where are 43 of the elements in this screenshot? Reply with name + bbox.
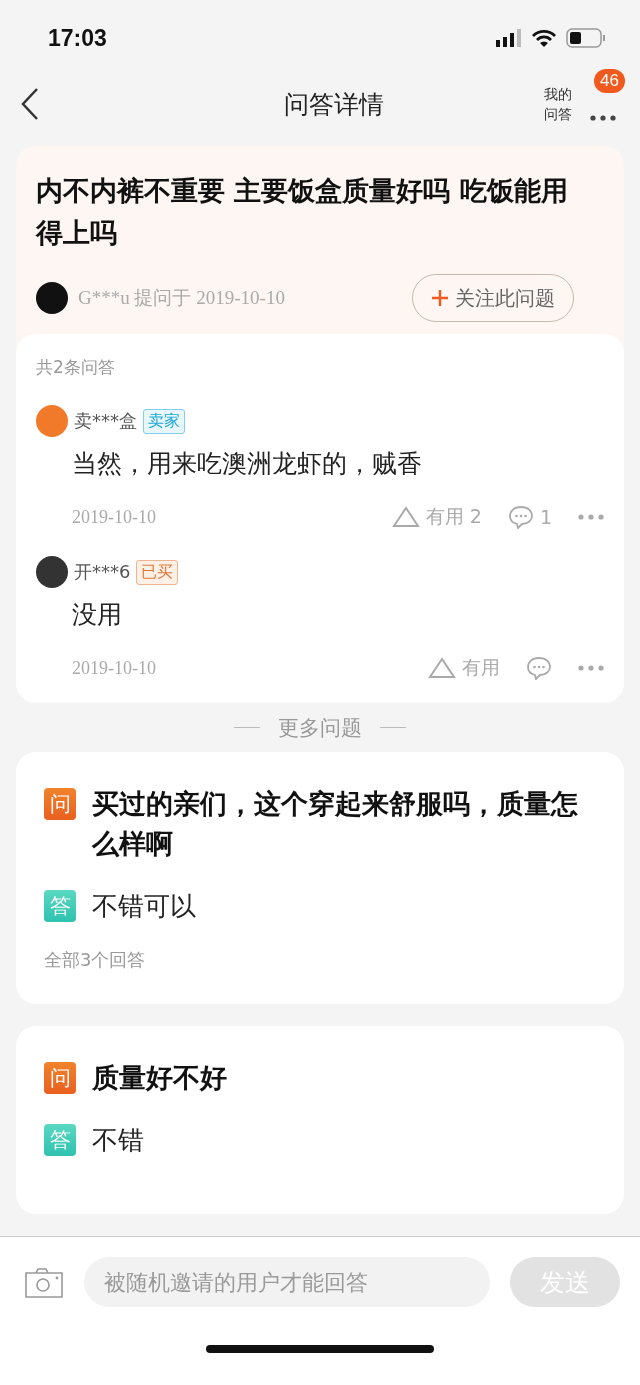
avatar [36, 282, 68, 314]
section-label: 更多问题 [278, 714, 362, 742]
triangle-icon [391, 506, 420, 528]
answer-text: 当然，用来吃澳洲龙虾的，贼香 [72, 448, 423, 480]
user-tag: 已买 [136, 559, 179, 585]
all-answers-link[interactable]: 全部3个回答 [44, 948, 604, 972]
asker-info: G***u 提问于 2019-10-10 [78, 286, 286, 310]
wifi-icon [532, 29, 556, 47]
answer-date: 2019-10-10 [72, 506, 157, 528]
answer-input[interactable]: 被随机邀请的用户才能回答 [84, 1257, 490, 1307]
user-name: 开***6 [74, 560, 131, 584]
triangle-icon [428, 657, 456, 679]
question-text: 买过的亲们，这个穿起来舒服吗，质量怎么样啊 [92, 787, 579, 861]
signal-icon [496, 29, 522, 47]
useful-button[interactable]: 有用 [428, 655, 500, 681]
more-icon[interactable] [590, 115, 616, 121]
answer-text: 没用 [72, 599, 123, 631]
answer-count: 共2条问答 [36, 356, 116, 379]
comment-icon [507, 505, 534, 529]
comment-icon [526, 656, 552, 680]
my-qa-link[interactable]: 我的 问答 [544, 84, 572, 124]
camera-icon[interactable] [24, 1265, 64, 1299]
question-mark: 问 [44, 788, 76, 820]
answer-mark: 答 [44, 890, 76, 922]
answer-date: 2019-10-10 [72, 657, 157, 679]
notification-badge: 46 [594, 69, 625, 93]
user-name: 卖***盒 [74, 409, 137, 433]
plus-icon [431, 289, 449, 307]
user-tag: 卖家 [143, 408, 185, 434]
question-text: 质量好不好 [92, 1061, 227, 1095]
answer-text: 不错 [92, 1124, 144, 1157]
comment-button[interactable] [526, 656, 552, 680]
battery-icon [566, 28, 606, 48]
question-mark: 问 [44, 1062, 76, 1094]
answer-mark: 答 [44, 1124, 76, 1156]
answer-text: 不错可以 [92, 890, 196, 923]
question-card[interactable]: 问 质量好不好 答 不错 [16, 1026, 624, 1214]
page-title: 问答详情 [283, 88, 385, 121]
comment-button[interactable]: 1 [507, 505, 552, 529]
status-time: 17:03 [48, 24, 107, 52]
question-title: 内不内裤不重要 主要饭盒质量好吗 吃饭能用得上吗 [36, 174, 569, 250]
useful-button[interactable]: 有用 2 [391, 504, 482, 530]
question-card[interactable]: 问 买过的亲们，这个穿起来舒服吗，质量怎么样啊 答 不错可以 全部3个回答 [16, 752, 624, 1004]
